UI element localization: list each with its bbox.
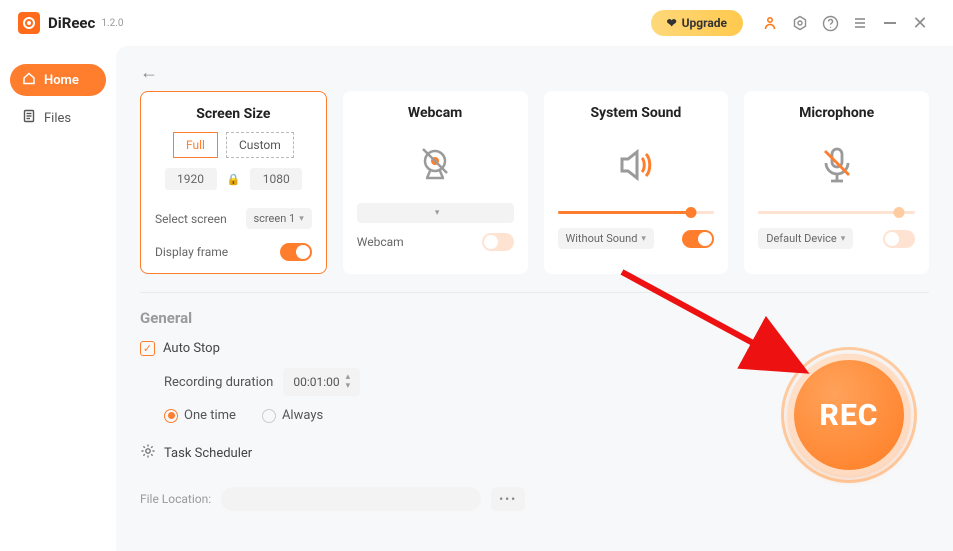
record-button[interactable]: REC (781, 347, 917, 483)
card-title: Webcam (408, 105, 462, 121)
height-input[interactable] (250, 168, 302, 190)
heart-icon: ❤ (667, 16, 677, 30)
minimize-button[interactable] (881, 14, 899, 32)
webcam-toggle[interactable] (482, 233, 514, 251)
recording-duration-label: Recording duration (164, 375, 273, 390)
file-location-browse[interactable]: ••• (491, 487, 525, 511)
chevron-down-icon: ▾ (299, 214, 304, 224)
menu-icon[interactable] (851, 14, 869, 32)
lock-icon[interactable]: 🔒 (227, 173, 241, 186)
settings-icon[interactable] (791, 14, 809, 32)
upgrade-button[interactable]: ❤ Upgrade (651, 10, 743, 36)
screen-full-button[interactable]: Full (173, 132, 218, 158)
auto-stop-label: Auto Stop (163, 341, 220, 356)
speaker-icon (612, 137, 660, 193)
screen-custom-button[interactable]: Custom (226, 132, 294, 158)
chevron-down-icon: ▾ (435, 208, 440, 218)
card-title: Microphone (799, 105, 874, 121)
display-frame-label: Display frame (155, 245, 228, 259)
select-screen-label: Select screen (155, 212, 227, 226)
sound-toggle[interactable] (682, 230, 714, 248)
back-button[interactable]: ← (140, 62, 158, 83)
sidebar: Home Files (0, 46, 116, 551)
files-icon (22, 109, 36, 127)
microphone-off-icon (815, 137, 859, 193)
sidebar-item-label: Files (44, 111, 71, 126)
screen-select[interactable]: screen 1▾ (246, 208, 312, 229)
card-webcam: Webcam ▾ Webcam (343, 91, 528, 274)
webcam-label: Webcam (357, 235, 404, 249)
card-title: System Sound (590, 105, 681, 121)
user-icon[interactable] (761, 14, 779, 32)
radio-icon (164, 409, 178, 423)
gear-icon (140, 443, 156, 463)
help-icon[interactable] (821, 14, 839, 32)
file-location-label: File Location: (140, 492, 211, 506)
radio-always[interactable]: Always (262, 408, 323, 423)
card-microphone: Microphone Default Device▾ (744, 91, 929, 274)
card-screen-size: Screen Size Full Custom 🔒 Select screen … (140, 91, 327, 274)
display-frame-toggle[interactable] (280, 243, 312, 261)
mic-toggle[interactable] (883, 230, 915, 248)
radio-icon (262, 409, 276, 423)
mic-select[interactable]: Default Device▾ (758, 228, 853, 249)
app-version: 1.2.0 (101, 18, 123, 29)
record-label: REC (820, 398, 879, 433)
radio-one-time[interactable]: One time (164, 408, 236, 423)
webcam-off-icon (412, 137, 458, 193)
close-button[interactable]: ✕ (911, 14, 929, 32)
home-icon (22, 71, 36, 89)
main-panel: ← Screen Size Full Custom 🔒 Select scree… (116, 46, 953, 551)
sidebar-item-files[interactable]: Files (10, 102, 106, 134)
webcam-select[interactable]: ▾ (357, 203, 514, 223)
general-heading: General (140, 309, 929, 327)
sound-select[interactable]: Without Sound▾ (558, 228, 654, 249)
sidebar-item-label: Home (44, 73, 79, 88)
card-title: Screen Size (196, 106, 270, 122)
upgrade-label: Upgrade (682, 16, 727, 30)
chevron-down-icon: ▾ (641, 234, 646, 244)
mic-volume-slider[interactable] (758, 211, 915, 214)
file-location-input[interactable] (221, 487, 481, 511)
stepper-icon[interactable]: ▴▾ (346, 373, 351, 391)
sidebar-item-home[interactable]: Home (10, 64, 106, 96)
sound-volume-slider[interactable] (558, 211, 715, 214)
title-bar: DiReec 1.2.0 ❤ Upgrade ✕ (0, 0, 953, 46)
chevron-down-icon: ▾ (841, 234, 846, 244)
app-logo (18, 12, 40, 34)
task-scheduler-label[interactable]: Task Scheduler (164, 446, 252, 461)
width-input[interactable] (165, 168, 217, 190)
auto-stop-checkbox[interactable]: ✓ (140, 341, 155, 356)
app-name: DiReec (48, 14, 95, 32)
card-system-sound: System Sound Without Sound▾ (544, 91, 729, 274)
recording-duration-input[interactable]: 00:01:00 ▴▾ (283, 368, 360, 396)
